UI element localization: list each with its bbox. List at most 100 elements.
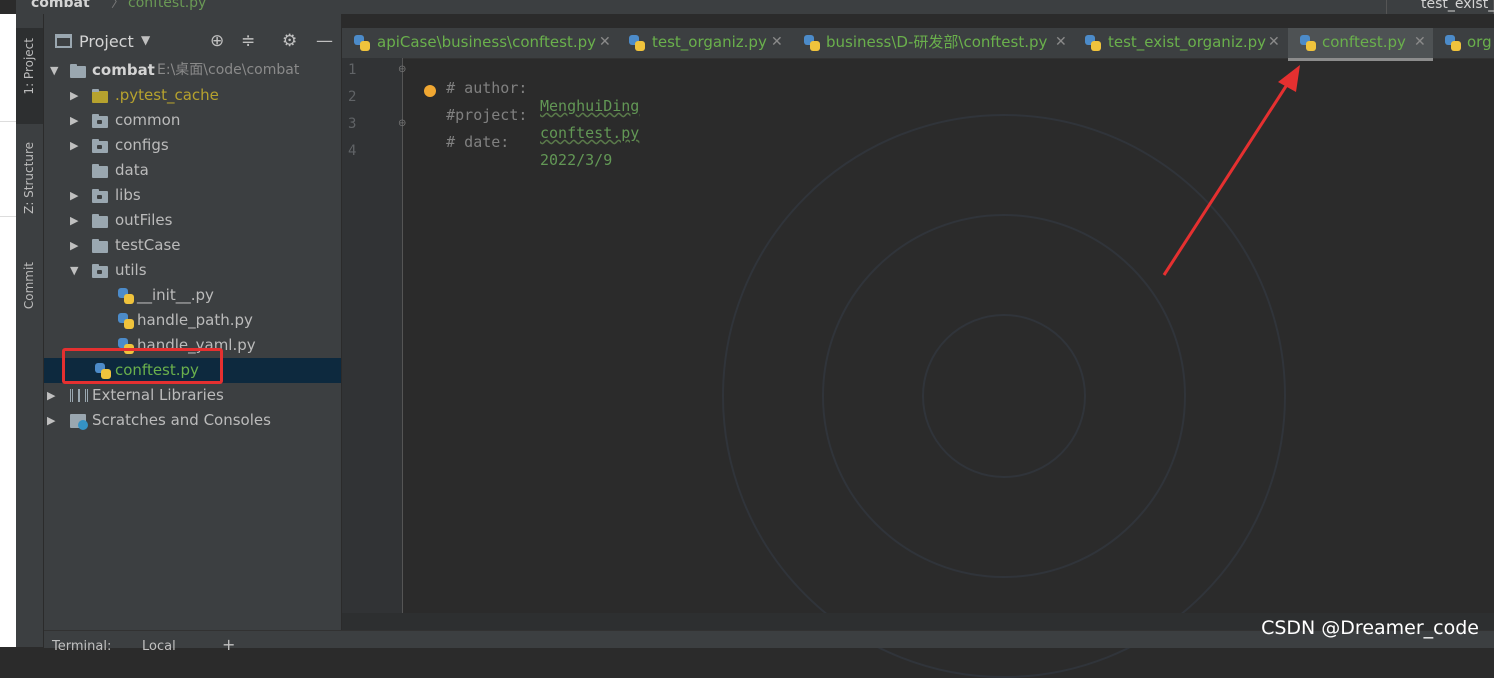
chevron-right-icon[interactable]: ▶ bbox=[70, 208, 78, 233]
watermark: CSDN @Dreamer_code bbox=[1261, 617, 1479, 639]
tree-label: utils bbox=[115, 261, 147, 279]
library-icon bbox=[70, 389, 88, 402]
intention-bulb-icon[interactable] bbox=[424, 85, 436, 97]
breadcrumb-file[interactable]: conftest.py bbox=[128, 0, 206, 10]
chevron-right-icon[interactable]: ▶ bbox=[70, 133, 78, 158]
tree-path-hint: E:\桌面\code\combat bbox=[157, 62, 300, 78]
close-icon[interactable]: ✕ bbox=[771, 28, 783, 56]
gutter-divider bbox=[0, 216, 16, 217]
project-panel-title[interactable]: Project bbox=[79, 32, 134, 51]
background-decoration bbox=[922, 314, 1086, 478]
tree-label: testCase bbox=[115, 236, 181, 254]
python-file-icon bbox=[118, 313, 134, 329]
stripe-commit-button[interactable]: Commit bbox=[16, 254, 43, 330]
fold-marker-icon[interactable]: ⊖ bbox=[398, 118, 406, 129]
tree-row-common[interactable]: ▶ common bbox=[44, 108, 341, 133]
tab-label: conftest.py bbox=[1322, 33, 1406, 51]
breadcrumb-root[interactable]: combat bbox=[31, 0, 90, 10]
chevron-right-icon[interactable]: ▶ bbox=[47, 408, 55, 433]
tab-test-organiz[interactable]: test_organiz.py ✕ bbox=[625, 28, 785, 58]
chevron-right-icon[interactable]: ▶ bbox=[47, 383, 55, 408]
tree-row-handle-path[interactable]: handle_path.py bbox=[44, 308, 341, 333]
package-icon bbox=[92, 264, 108, 278]
folder-icon bbox=[92, 214, 108, 228]
python-file-icon bbox=[1085, 35, 1101, 51]
editor-area: apiCase\business\conftest.py ✕ test_orga… bbox=[342, 14, 1494, 678]
chevron-right-icon[interactable]: ▶ bbox=[70, 233, 78, 258]
chevron-down-icon[interactable]: ▼ bbox=[50, 58, 58, 83]
python-file-icon bbox=[1445, 35, 1461, 51]
minimize-icon[interactable]: — bbox=[316, 31, 333, 51]
python-file-icon bbox=[1300, 35, 1316, 51]
chevron-down-icon[interactable]: ▼ bbox=[141, 33, 150, 47]
tab-label: test_exist_organiz.py bbox=[1108, 33, 1267, 51]
annotation-arrow-head bbox=[1278, 65, 1300, 92]
close-icon[interactable]: ✕ bbox=[1268, 28, 1280, 56]
annotation-highlight-box bbox=[62, 348, 223, 384]
tab-conftest-active[interactable]: conftest.py ✕ bbox=[1288, 28, 1433, 61]
stripe-commit-label: Commit bbox=[22, 262, 36, 310]
gear-icon[interactable]: ⚙ bbox=[282, 31, 297, 51]
tree-label: Scratches and Consoles bbox=[92, 411, 271, 429]
code-line-3[interactable]: # date: 2022/3/9 bbox=[410, 115, 612, 187]
tree-row-data[interactable]: data bbox=[44, 158, 341, 183]
stripe-structure-button[interactable]: Z: Structure bbox=[16, 134, 43, 238]
package-icon bbox=[92, 114, 108, 128]
tree-label: .pytest_cache bbox=[115, 86, 219, 104]
editor-tab-bar: apiCase\business\conftest.py ✕ test_orga… bbox=[342, 28, 1494, 61]
tree-row-outfiles[interactable]: ▶ outFiles bbox=[44, 208, 341, 233]
collapse-icon[interactable]: ≑ bbox=[241, 31, 255, 51]
tree-label: External Libraries bbox=[92, 386, 224, 404]
tree-row-configs[interactable]: ▶ configs bbox=[44, 133, 341, 158]
fold-marker-icon[interactable]: ⊖ bbox=[398, 64, 406, 75]
left-gutter bbox=[0, 14, 16, 647]
project-panel-header: Project ▼ ⊕ ≑ ⚙ — bbox=[44, 28, 341, 56]
tab-label: apiCase\business\conftest.py bbox=[377, 33, 596, 51]
python-file-icon bbox=[629, 35, 645, 51]
stripe-project-label: 1: Project bbox=[22, 38, 36, 95]
tree-row-testcase[interactable]: ▶ testCase bbox=[44, 233, 341, 258]
tree-row-scratches[interactable]: ▶ Scratches and Consoles bbox=[44, 408, 341, 433]
tree-row-init-py[interactable]: __init__.py bbox=[44, 283, 341, 308]
close-icon[interactable]: ✕ bbox=[1414, 28, 1426, 56]
tab-label: business\D-研发部\conftest.py bbox=[826, 33, 1048, 51]
chevron-right-icon[interactable]: ▶ bbox=[70, 108, 78, 133]
tab-apicase-conftest[interactable]: apiCase\business\conftest.py ✕ bbox=[350, 28, 615, 58]
chevron-right-icon[interactable]: ▶ bbox=[70, 183, 78, 208]
code-comment-value: 2022/3/9 bbox=[540, 151, 613, 169]
line-number: 3 bbox=[348, 116, 357, 132]
stripe-project-button[interactable]: 1: Project bbox=[16, 28, 43, 124]
tree-row-combat[interactable]: ▼ combat E:\桌面\code\combat bbox=[44, 58, 341, 83]
top-right-tab[interactable]: test_exist_ bbox=[1386, 0, 1494, 14]
tree-label: configs bbox=[115, 136, 169, 154]
tree-row-external-libraries[interactable]: ▶ External Libraries bbox=[44, 383, 341, 408]
folder-icon bbox=[92, 239, 108, 253]
chevron-down-icon[interactable]: ▼ bbox=[70, 258, 78, 283]
chevron-right-icon[interactable]: ▶ bbox=[70, 83, 78, 108]
tree-row-pytest-cache[interactable]: ▶ .pytest_cache bbox=[44, 83, 341, 108]
tree-label: outFiles bbox=[115, 211, 173, 229]
code-comment-value: conftest.py bbox=[540, 124, 640, 142]
tab-business-conftest[interactable]: business\D-研发部\conftest.py ✕ bbox=[800, 28, 1070, 58]
folder-icon bbox=[92, 89, 108, 103]
folder-icon bbox=[92, 164, 108, 178]
tab-test-exist-organiz[interactable]: test_exist_organiz.py ✕ bbox=[1082, 28, 1282, 58]
code-comment-key: # date: bbox=[446, 133, 510, 151]
clock-icon bbox=[78, 420, 88, 430]
line-number: 4 bbox=[348, 143, 357, 159]
tree-label: libs bbox=[115, 186, 141, 204]
tab-org[interactable]: org bbox=[1442, 28, 1494, 58]
tab-label: org bbox=[1467, 33, 1492, 51]
tree-row-utils[interactable]: ▼ utils bbox=[44, 258, 341, 283]
tab-label: test_organiz.py bbox=[652, 33, 767, 51]
close-icon[interactable]: ✕ bbox=[1055, 28, 1067, 56]
tree-row-libs[interactable]: ▶ libs bbox=[44, 183, 341, 208]
annotation-arrow bbox=[1162, 65, 1300, 276]
add-terminal-button[interactable]: + bbox=[222, 635, 235, 654]
tool-window-stripe: 1: Project Z: Structure Commit bbox=[16, 14, 44, 647]
locate-icon[interactable]: ⊕ bbox=[210, 31, 224, 51]
close-icon[interactable]: ✕ bbox=[599, 28, 611, 56]
python-file-icon bbox=[354, 35, 370, 51]
gutter-divider bbox=[0, 121, 16, 122]
breadcrumb-separator: 〉 bbox=[111, 0, 125, 11]
